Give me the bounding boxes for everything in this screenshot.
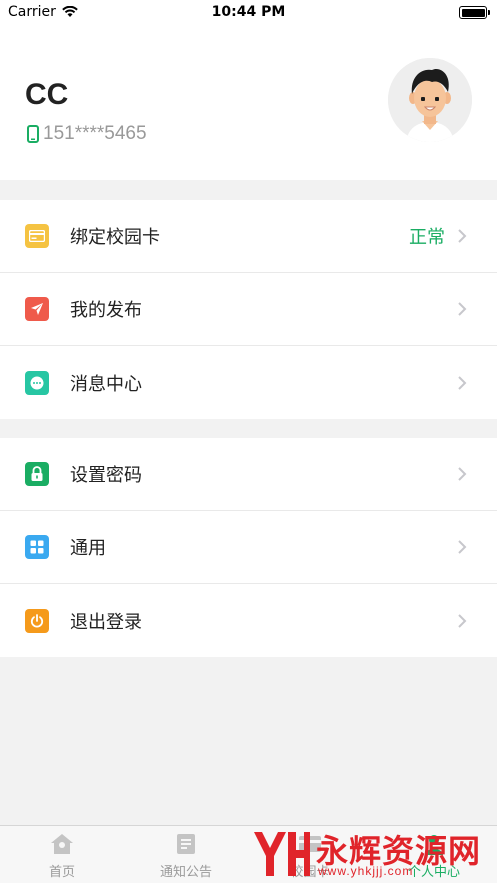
- chevron-right-icon: [458, 613, 467, 628]
- menu-item-my-posts[interactable]: 我的发布: [0, 273, 497, 346]
- status-bar: Carrier 10:44 PM: [0, 0, 497, 26]
- grid-icon: [25, 535, 49, 559]
- status-time: 10:44 PM: [211, 4, 286, 20]
- battery-icon: [459, 6, 490, 19]
- tab-label: 首页: [48, 865, 75, 880]
- user-phone: 151****5465: [27, 123, 147, 145]
- chevron-right-icon: [458, 375, 467, 390]
- chevron-right-icon: [458, 540, 467, 554]
- profile-header[interactable]: CC 151****5465: [0, 26, 497, 180]
- home-icon: [51, 834, 73, 854]
- menu-item-label: 我的发布: [70, 300, 142, 321]
- menu-group-account: 绑定校园卡 正常 我的发布 消息中心: [0, 200, 497, 419]
- tab-notices[interactable]: 通知公告: [124, 826, 248, 883]
- menu-item-general[interactable]: 通用: [0, 511, 497, 584]
- menu-item-label: 设置密码: [70, 465, 142, 486]
- menu-group-settings: 设置密码 通用 退出登录: [0, 438, 497, 657]
- watermark-logo-icon: [254, 832, 310, 876]
- menu-item-label: 退出登录: [70, 611, 142, 633]
- tab-home[interactable]: 首页: [0, 826, 124, 883]
- card-icon: [25, 224, 49, 248]
- watermark: 永辉资源网 www.yhkjjj.com: [252, 826, 492, 882]
- menu-item-logout[interactable]: 退出登录: [0, 584, 497, 657]
- menu-item-set-password[interactable]: 设置密码: [0, 438, 497, 511]
- menu-item-bind-card[interactable]: 绑定校园卡 正常: [0, 200, 497, 273]
- power-icon: [25, 608, 49, 633]
- lock-icon: [25, 462, 49, 486]
- chevron-right-icon: [458, 229, 467, 243]
- chat-icon: [25, 370, 49, 395]
- avatar-person-icon: [388, 58, 472, 142]
- chevron-right-icon: [458, 467, 467, 481]
- user-name: CC: [25, 78, 69, 111]
- tab-label: 通知公告: [159, 865, 212, 880]
- menu-item-label: 消息中心: [70, 373, 142, 395]
- phone-icon: [27, 125, 39, 143]
- avatar[interactable]: [388, 58, 472, 142]
- send-icon: [25, 297, 49, 321]
- chevron-right-icon: [458, 302, 467, 316]
- menu-item-label: 绑定校园卡: [70, 227, 160, 248]
- menu-item-label: 通用: [70, 538, 106, 559]
- watermark-url: www.yhkjjj.com: [318, 864, 414, 878]
- phone-number: 151****5465: [43, 123, 147, 144]
- notice-icon: [177, 834, 195, 854]
- card-status-value: 正常: [409, 227, 445, 248]
- menu-item-message-center[interactable]: 消息中心: [0, 346, 497, 419]
